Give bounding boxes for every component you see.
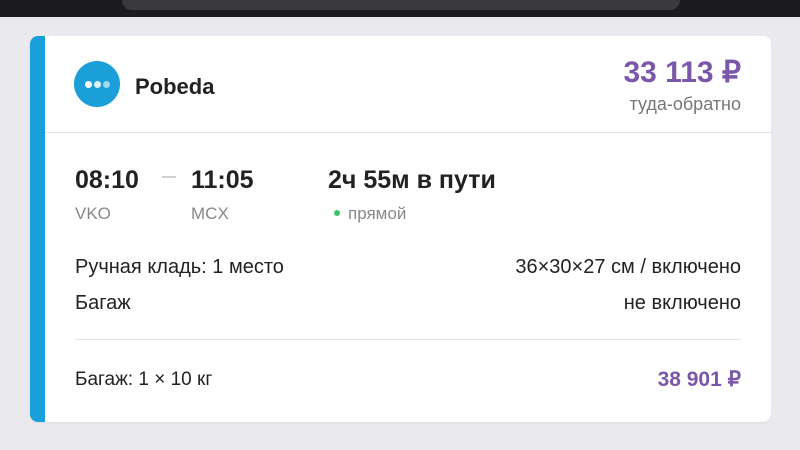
header-divider bbox=[45, 132, 771, 133]
arrival-time: 11:05 bbox=[191, 166, 254, 194]
checked-baggage-value: не включено bbox=[623, 292, 741, 314]
price-note: туда-обратно bbox=[629, 94, 742, 114]
airline-name: Pobeda bbox=[135, 74, 215, 99]
direct-indicator-icon bbox=[334, 209, 340, 216]
carry-on-label: Ручная кладь: 1 место bbox=[75, 256, 284, 278]
departure-time: 08:10 bbox=[75, 166, 139, 194]
carry-on-value: 36×30×27 см / включено bbox=[515, 256, 741, 278]
flight-duration: 2ч 55м в пути bbox=[328, 166, 496, 194]
arrival-airport-code: MCX bbox=[191, 204, 229, 223]
baggage-option-price[interactable]: 38 901 ₽ bbox=[658, 368, 741, 392]
card-accent-bar bbox=[30, 36, 45, 422]
stops-info: прямой bbox=[334, 204, 406, 224]
departure-airport-code: VKO bbox=[75, 204, 111, 223]
flight-card[interactable]: Pobeda 33 113 ₽ туда-обратно 08:10 11:05… bbox=[30, 36, 771, 422]
checked-baggage-label: Багаж bbox=[75, 292, 131, 314]
baggage-divider bbox=[75, 339, 741, 340]
time-separator bbox=[162, 176, 176, 178]
top-bar bbox=[0, 0, 800, 17]
stops-label: прямой bbox=[348, 204, 407, 223]
airline-logo-icon bbox=[74, 61, 120, 107]
search-bar-edge[interactable] bbox=[122, 0, 680, 10]
ticket-price: 33 113 ₽ bbox=[623, 56, 741, 89]
baggage-option-label[interactable]: Багаж: 1 × 10 кг bbox=[75, 368, 212, 392]
